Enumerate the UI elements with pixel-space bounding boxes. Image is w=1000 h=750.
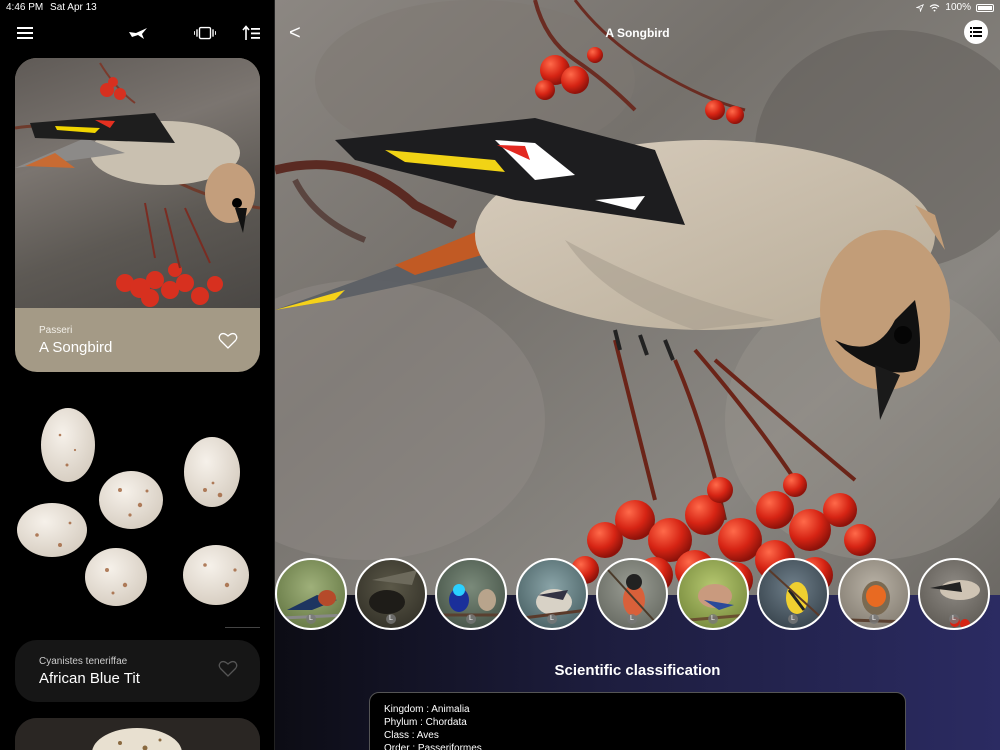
thumbnail-badge: L (788, 614, 798, 624)
thumbnail-badge: L (386, 614, 396, 624)
thumbnail-fairywren[interactable]: L (435, 558, 507, 630)
bird-card-image (15, 58, 260, 308)
thumbnail-strip: L L L L L L L L L (275, 558, 1000, 632)
wifi-icon (930, 3, 940, 12)
sidebar-toolbar (0, 16, 274, 52)
heart-icon[interactable] (218, 332, 238, 350)
classification-box: Kingdom : Animalia Phylum : Chordata Cla… (369, 692, 906, 750)
bird-logo-icon[interactable] (127, 24, 149, 42)
nav-bar: < A Songbird (275, 16, 1000, 50)
thumbnail-bullfinch[interactable]: L (596, 558, 668, 630)
status-time: 4:46 PM (6, 2, 44, 13)
detail-view: < A Songbird L L L L L L L L L Scientifi… (275, 0, 1000, 750)
thumbnail-badge: L (708, 614, 718, 624)
bird-card-title: A Songbird (39, 339, 113, 356)
bird-card-subtitle: Cyanistes teneriffae (39, 656, 128, 667)
thumbnail-badge: L (627, 614, 637, 624)
thumbnail-badge: L (869, 614, 879, 624)
battery-icon (976, 3, 994, 12)
thumbnail-robin[interactable]: L (838, 558, 910, 630)
page-title: A Songbird (605, 26, 670, 40)
bird-card-title: African Blue Tit (39, 670, 140, 687)
bird-card-info: Cyanistes teneriffae African Blue Tit (15, 640, 260, 702)
hero-bird-image (275, 0, 1000, 620)
thumbnail-bird-2[interactable]: L (355, 558, 427, 630)
section-title: Scientific classification (554, 662, 721, 679)
eggs-image[interactable] (15, 395, 260, 630)
classification-phylum: Phylum : Chordata (384, 717, 467, 728)
thumbnail-waxwing[interactable]: L (918, 558, 990, 630)
divider (225, 627, 260, 628)
status-bar: 4:46 PM Sat Apr 13 100% (0, 0, 1000, 16)
thumbnail-warbler[interactable]: L (757, 558, 829, 630)
location-icon (916, 3, 925, 12)
classification-class: Class : Aves (384, 730, 439, 741)
thumbnail-bird-4[interactable]: L (516, 558, 588, 630)
thumbnail-badge: L (949, 614, 959, 624)
bird-card-info: Passeri A Songbird (15, 308, 260, 372)
sort-icon[interactable] (240, 24, 262, 42)
classification-order: Order : Passeriformes (384, 743, 482, 750)
bird-card-subtitle: Passeri (39, 325, 73, 336)
thumbnail-swallow[interactable]: L (275, 558, 347, 630)
bird-card-songbird[interactable]: Passeri A Songbird (15, 58, 260, 372)
thumbnail-badge: L (466, 614, 476, 624)
menu-icon[interactable] (14, 24, 36, 42)
list-icon (970, 27, 982, 37)
thumbnail-jay[interactable]: L (677, 558, 749, 630)
heart-icon[interactable] (218, 660, 238, 678)
battery-percent: 100% (945, 2, 971, 13)
list-button[interactable] (964, 20, 988, 44)
carousel-icon[interactable] (194, 24, 216, 42)
status-date: Sat Apr 13 (50, 2, 97, 13)
status-left: 4:46 PM Sat Apr 13 (6, 2, 101, 13)
status-right: 100% (916, 2, 994, 13)
bird-card-african-blue-tit[interactable]: Cyanistes teneriffae African Blue Tit (15, 640, 260, 702)
bird-card-partial[interactable] (15, 718, 260, 750)
sidebar: Passeri A Songbird Cyanistes teneriffae … (0, 0, 275, 750)
classification-kingdom: Kingdom : Animalia (384, 704, 470, 715)
thumbnail-badge: L (547, 614, 557, 624)
thumbnail-badge: L (306, 614, 316, 624)
